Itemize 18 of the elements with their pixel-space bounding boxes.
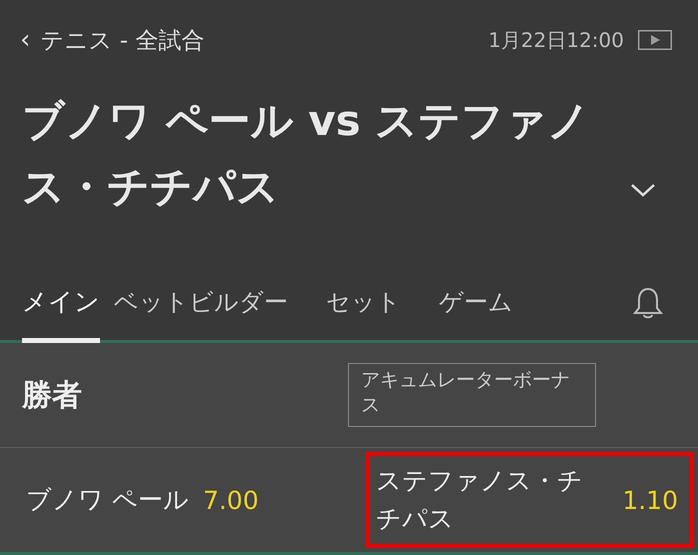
chevron-down-icon[interactable] bbox=[630, 182, 656, 198]
tab[interactable]: ベットビルダー bbox=[114, 266, 288, 343]
bell-icon[interactable] bbox=[632, 286, 664, 320]
odds-button[interactable]: ステファノス・チチパス 1.10 bbox=[366, 452, 694, 548]
match-title: ブノワ ペール vs ステファノス・チチパス bbox=[22, 95, 592, 213]
odds-value: 7.00 bbox=[202, 486, 259, 514]
player-name: ブノワ ペール bbox=[26, 484, 189, 516]
back-button[interactable]: ‹ bbox=[20, 27, 30, 53]
tab[interactable]: ゲーム bbox=[439, 266, 513, 343]
bonus-badge[interactable]: アキュムレーターボーナス bbox=[348, 363, 596, 427]
odds-button[interactable]: ブノワ ペール 7.00 bbox=[22, 452, 366, 548]
market-title: 勝者 bbox=[22, 376, 83, 414]
odds-value: 1.10 bbox=[622, 486, 678, 514]
tab[interactable]: セット bbox=[326, 266, 401, 343]
player-name: ステファノス・チチパス bbox=[376, 465, 584, 535]
play-icon[interactable] bbox=[638, 30, 672, 50]
match-datetime: 1月22日12:00 bbox=[488, 26, 624, 54]
breadcrumb-link[interactable]: テニス - 全試合 bbox=[40, 24, 204, 56]
